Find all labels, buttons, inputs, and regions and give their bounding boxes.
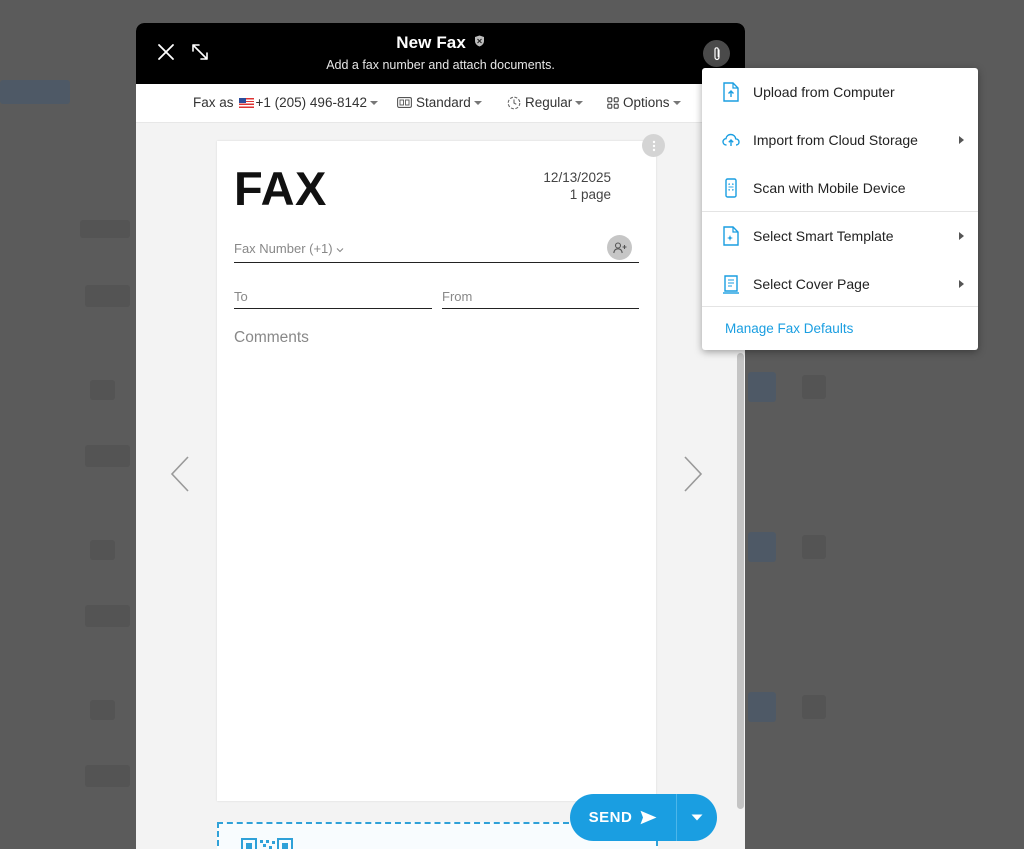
add-contact-icon <box>612 241 626 253</box>
fax-as-number: +1 (205) 496-8142 <box>255 95 367 110</box>
background-app-ghost <box>85 445 130 467</box>
menu-item-select-cover-page[interactable]: Select Cover Page <box>702 260 978 308</box>
send-button[interactable]: SEND <box>570 794 676 841</box>
background-app-ghost <box>85 765 130 787</box>
options-label: Options <box>623 95 670 110</box>
us-flag-icon <box>238 97 254 108</box>
background-app-ghost <box>802 695 826 719</box>
fax-cover-page: FAX 12/13/2025 1 page Fax Number (+1) To… <box>217 141 656 801</box>
fax-as-selector[interactable]: Fax as +1 (205) 496-8142 <box>193 95 378 110</box>
attach-menu: Upload from Computer Import from Cloud S… <box>702 68 978 350</box>
send-arrow-icon <box>640 810 657 825</box>
background-app-ghost <box>0 80 70 104</box>
send-button-group: SEND <box>570 794 717 841</box>
smart-template-icon <box>723 226 739 246</box>
cover-date: 12/13/2025 <box>543 170 611 185</box>
menu-item-import-from-cloud[interactable]: Import from Cloud Storage <box>702 116 978 164</box>
chevron-left-icon <box>170 456 189 492</box>
more-vertical-icon <box>652 140 655 151</box>
menu-item-label: Select Cover Page <box>753 276 870 292</box>
chevron-right-icon <box>959 280 964 288</box>
cover-heading: FAX <box>234 162 327 215</box>
fax-number-field[interactable]: Fax Number (+1) <box>234 234 639 263</box>
previous-page-button[interactable] <box>168 455 192 493</box>
background-app-ghost <box>80 220 130 238</box>
background-app-ghost <box>90 380 115 400</box>
speed-selector[interactable]: Regular <box>507 95 584 110</box>
attach-button[interactable] <box>703 40 730 67</box>
send-label: SEND <box>588 809 633 826</box>
background-app-ghost <box>90 700 115 720</box>
chevron-down-icon <box>336 241 344 256</box>
resolution-icon <box>397 97 412 108</box>
modal-title: New Fax <box>136 32 745 53</box>
menu-item-scan-with-mobile[interactable]: Scan with Mobile Device <box>702 164 978 212</box>
options-selector[interactable]: Options <box>607 95 681 110</box>
fax-number-label: Fax Number (+1) <box>234 241 344 256</box>
background-app-ghost <box>85 285 130 307</box>
from-field[interactable]: From <box>442 286 639 309</box>
modal-subtitle: Add a fax number and attach documents. <box>326 58 555 72</box>
quality-selector[interactable]: Standard <box>397 95 482 110</box>
mobile-scan-icon <box>725 178 737 198</box>
chevron-right-icon <box>684 456 703 492</box>
fax-as-label: Fax as <box>193 95 234 110</box>
menu-item-upload-from-computer[interactable]: Upload from Computer <box>702 68 978 116</box>
to-label: To <box>234 289 248 304</box>
background-app-ghost <box>748 692 776 722</box>
chevron-down-icon <box>575 100 584 105</box>
menu-item-label: Import from Cloud Storage <box>753 132 918 148</box>
background-app-ghost <box>802 375 826 399</box>
comments-field[interactable]: Comments <box>234 329 309 347</box>
fax-options-toolbar: Fax as +1 (205) 496-8142 Standard Regula… <box>136 84 745 123</box>
cloud-upload-icon <box>722 133 740 146</box>
next-page-button[interactable] <box>681 455 705 493</box>
upload-file-icon <box>723 82 739 102</box>
scrollbar-thumb[interactable] <box>737 353 744 809</box>
shield-icon <box>474 32 485 52</box>
contacts-button[interactable] <box>607 235 632 260</box>
modal-title-text: New Fax <box>396 33 466 52</box>
background-app-ghost <box>748 532 776 562</box>
menu-divider <box>702 306 978 307</box>
chevron-right-icon <box>959 136 964 144</box>
background-app-ghost <box>802 535 826 559</box>
chevron-down-icon <box>473 100 482 105</box>
chevron-down-icon <box>369 100 378 105</box>
from-label: From <box>442 289 473 304</box>
background-app-ghost <box>90 540 115 560</box>
new-fax-modal: New Fax Add a fax number and attach docu… <box>136 23 745 849</box>
menu-item-select-smart-template[interactable]: Select Smart Template <box>702 212 978 260</box>
manage-fax-defaults-link[interactable]: Manage Fax Defaults <box>725 321 853 336</box>
modal-header: New Fax Add a fax number and attach docu… <box>136 23 745 84</box>
menu-item-label: Upload from Computer <box>753 84 895 100</box>
paperclip-icon <box>713 46 720 60</box>
chevron-right-icon <box>959 232 964 240</box>
cover-page-icon <box>723 275 739 294</box>
background-app-ghost <box>85 605 130 627</box>
qr-code-icon <box>241 838 293 849</box>
background-app-ghost <box>748 372 776 402</box>
cover-page-count: 1 page <box>569 187 611 202</box>
grid-options-icon <box>607 96 619 109</box>
chevron-down-icon <box>672 100 681 105</box>
quality-label: Standard <box>416 95 471 110</box>
send-options-button[interactable] <box>677 794 717 841</box>
chevron-down-icon <box>691 814 703 821</box>
page-menu-button[interactable] <box>642 134 665 157</box>
speed-label: Regular <box>525 95 573 110</box>
menu-item-label: Scan with Mobile Device <box>753 180 906 196</box>
clock-icon <box>507 96 521 109</box>
to-field[interactable]: To <box>234 286 432 309</box>
menu-item-label: Select Smart Template <box>753 228 894 244</box>
